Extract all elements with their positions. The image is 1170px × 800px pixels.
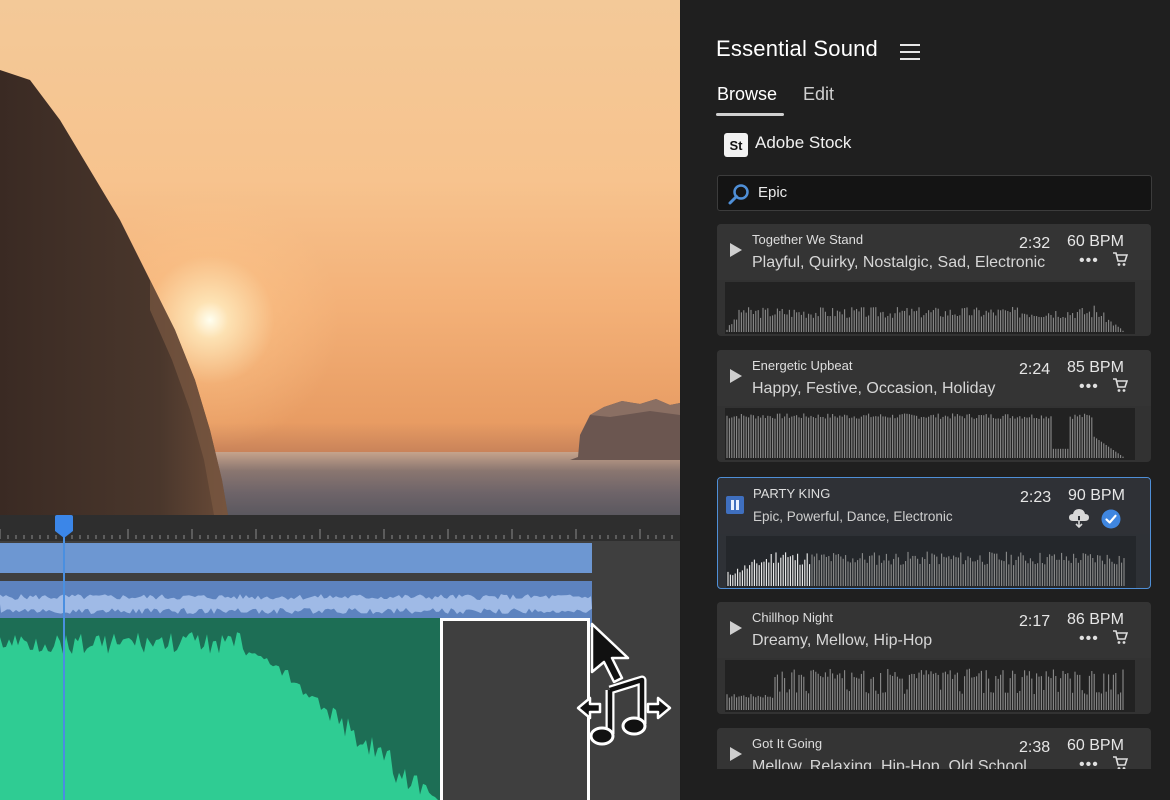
cliff: [0, 70, 228, 515]
track-duration: 2:32: [1019, 235, 1051, 252]
music-waveform: [0, 632, 440, 800]
track-title: Together We Stand: [752, 232, 864, 247]
tab-edit[interactable]: Edit: [803, 84, 834, 105]
track-waveform[interactable]: [726, 536, 1136, 588]
play-icon[interactable]: [729, 746, 743, 762]
track-tags: Epic, Powerful, Dance, Electronic: [753, 509, 953, 524]
play-icon[interactable]: [729, 620, 743, 636]
more-options-button[interactable]: •••: [1079, 252, 1099, 270]
pause-icon[interactable]: [726, 496, 744, 514]
track-title: Got It Going: [752, 736, 823, 751]
cloud-download-icon[interactable]: [1068, 508, 1090, 528]
track-tags: Happy, Festive, Occasion, Holiday: [752, 380, 996, 397]
track-title: Energetic Upbeat: [752, 358, 853, 373]
track-duration: 2:23: [1020, 489, 1052, 506]
track-card[interactable]: Chillhop Night Dreamy, Mellow, Hip-Hop 2…: [717, 602, 1151, 714]
search-input[interactable]: [758, 184, 1138, 201]
track-waveform[interactable]: [725, 408, 1135, 460]
track-waveform[interactable]: [725, 660, 1135, 712]
cart-icon[interactable]: [1112, 377, 1128, 393]
track-duration: 2:17: [1019, 613, 1051, 630]
essential-sound-panel: Essential Sound Browse Edit St Adobe Sto…: [681, 0, 1170, 800]
cart-icon[interactable]: [1112, 251, 1128, 267]
track-tags: Dreamy, Mellow, Hip-Hop: [752, 632, 933, 649]
more-options-button[interactable]: •••: [1079, 630, 1099, 648]
time-ruler[interactable]: [0, 515, 680, 541]
track-card[interactable]: Got It Going Mellow, Relaxing, Hip-Hop, …: [717, 728, 1151, 769]
licensed-check-icon: [1101, 509, 1121, 529]
play-icon[interactable]: [729, 242, 743, 258]
track-tags: Playful, Quirky, Nostalgic, Sad, Electro…: [752, 254, 1046, 271]
track-bpm: 60 BPM: [1067, 233, 1124, 250]
search-box[interactable]: [717, 175, 1152, 211]
video-clip[interactable]: [0, 543, 592, 573]
drop-target-placeholder[interactable]: [440, 618, 590, 800]
video-preview: [0, 0, 680, 515]
track-tags: Mellow, Relaxing, Hip-Hop, Old School: [752, 758, 1027, 769]
playhead-line: [63, 525, 65, 800]
panel-title: Essential Sound: [716, 36, 878, 61]
track-title: PARTY KING: [753, 486, 831, 501]
dialogue-waveform: [0, 594, 592, 614]
track-card[interactable]: Together We Stand Playful, Quirky, Nosta…: [717, 224, 1151, 336]
more-options-button[interactable]: •••: [1079, 756, 1099, 769]
tab-browse[interactable]: Browse: [717, 84, 777, 105]
track-bpm: 86 BPM: [1067, 611, 1124, 628]
track-waveform[interactable]: [725, 282, 1135, 334]
search-icon[interactable]: [727, 182, 751, 206]
track-card[interactable]: Energetic Upbeat Happy, Festive, Occasio…: [717, 350, 1151, 462]
track-card-selected[interactable]: PARTY KING Epic, Powerful, Dance, Electr…: [717, 477, 1151, 589]
results-list[interactable]: Together We Stand Playful, Quirky, Nosta…: [717, 224, 1153, 769]
track-duration: 2:24: [1019, 361, 1051, 378]
track-title: Chillhop Night: [752, 610, 833, 625]
track-bpm: 90 BPM: [1068, 487, 1125, 504]
track-bpm: 85 BPM: [1067, 359, 1124, 376]
cart-icon[interactable]: [1112, 755, 1128, 769]
music-clip[interactable]: [0, 618, 440, 800]
source-label[interactable]: Adobe Stock: [755, 133, 851, 153]
track-duration: 2:38: [1019, 739, 1051, 756]
playhead-handle[interactable]: [53, 515, 75, 539]
more-options-button[interactable]: •••: [1079, 378, 1099, 396]
sea-rock: [570, 399, 680, 460]
adobe-stock-logo: St: [724, 133, 748, 157]
hamburger-menu-icon[interactable]: [900, 44, 920, 62]
active-tab-indicator: [716, 113, 784, 116]
cart-icon[interactable]: [1112, 629, 1128, 645]
play-icon[interactable]: [729, 368, 743, 384]
music-note-drag-icon: [576, 622, 672, 746]
track-bpm: 60 BPM: [1067, 737, 1124, 754]
